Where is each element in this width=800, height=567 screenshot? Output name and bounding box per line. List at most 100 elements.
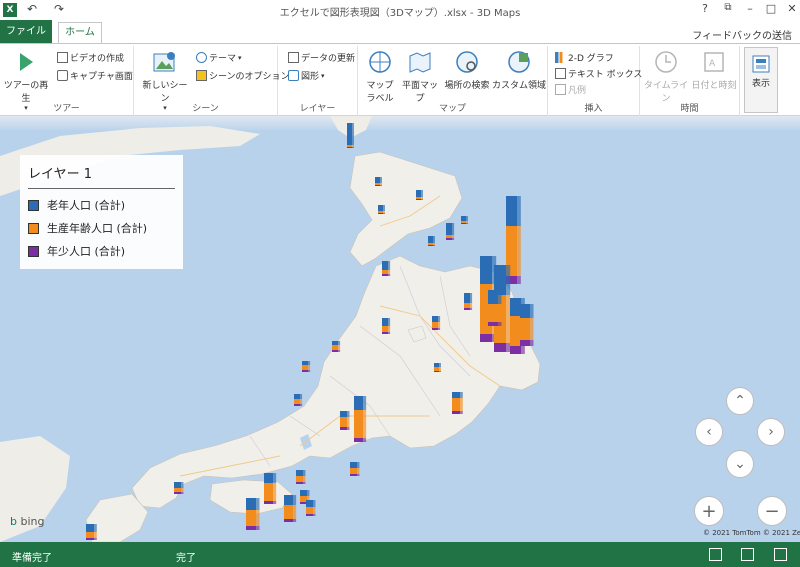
bar-segment-side	[388, 274, 391, 276]
bar-segment	[520, 304, 530, 318]
screenshot-icon[interactable]	[741, 548, 754, 561]
bar-segment	[86, 532, 94, 538]
legend-button[interactable]: 凡例	[555, 83, 586, 96]
bar-segment-side	[388, 261, 391, 270]
close-button[interactable]: ✕	[784, 2, 800, 15]
rotate-right-button[interactable]: ›	[757, 418, 785, 446]
bar-segment-side	[433, 245, 435, 246]
scene-options-button[interactable]: シーンのオプション	[196, 69, 290, 82]
flat-map-button[interactable]: 平面マップ	[398, 48, 442, 104]
maximize-button[interactable]: □	[763, 2, 779, 15]
chevron-up-icon: ⌃	[734, 393, 746, 409]
bar-segment	[246, 498, 256, 510]
timeline-button[interactable]: タイムライン	[643, 48, 689, 104]
custom-regions-button[interactable]: カスタム領域	[492, 48, 546, 91]
bar-segment-side	[357, 474, 360, 476]
horizon	[0, 116, 800, 130]
chevron-left-icon: ‹	[706, 424, 712, 440]
zoom-out-button[interactable]: −	[757, 496, 787, 526]
bar-segment	[347, 147, 352, 148]
flat-map-icon	[406, 48, 434, 76]
bar-segment-side	[383, 213, 385, 214]
bar-segment-side	[388, 318, 391, 326]
bar-segment-side	[303, 482, 306, 484]
tilt-up-button[interactable]: ⌃	[726, 387, 754, 415]
minimize-button[interactable]: –	[742, 2, 758, 15]
bar-segment-side	[293, 519, 297, 522]
textbox-button[interactable]: テキスト ボックス	[555, 67, 642, 80]
create-video-button[interactable]: ビデオの作成	[57, 51, 124, 64]
help-button[interactable]: ?	[697, 2, 713, 15]
bar-segment	[296, 476, 303, 482]
bar-segment	[375, 177, 380, 183]
find-location-button[interactable]: 場所の検索	[442, 48, 492, 91]
bing-logo-icon: b	[10, 515, 17, 528]
title-bar: X ↶ ↷ エクセルで図形表現図（3Dマップ）.xlsx - 3D Maps ?…	[0, 0, 800, 20]
restore-ribbon-icon[interactable]: ⧉	[720, 2, 736, 13]
bar-segment	[294, 394, 300, 399]
feedback-link[interactable]: フィードバックの送信	[692, 27, 792, 42]
bar-segment-side	[293, 495, 297, 505]
bar-segment-side	[300, 399, 303, 404]
group-time-label: 時間	[680, 104, 699, 114]
legend-button-label: 凡例	[568, 86, 587, 96]
bar-segment	[510, 298, 521, 316]
bar-segment-side	[498, 322, 502, 326]
bar-segment	[461, 221, 466, 223]
bing-logo: b bing	[10, 515, 44, 528]
scene-view-icon[interactable]	[709, 548, 722, 561]
refresh-icon	[288, 52, 299, 63]
date-time-button[interactable]: A 日付と時刻	[690, 48, 738, 91]
chart-2d-button[interactable]: 2-D グラフ	[555, 51, 614, 64]
show-label: 表示	[751, 79, 770, 89]
bar-segment	[332, 341, 338, 345]
bar-segment	[302, 370, 308, 372]
bar-segment-side	[181, 492, 184, 494]
bar-segment	[382, 326, 388, 332]
bar-segment-side	[380, 185, 382, 186]
bar-segment	[464, 303, 470, 308]
show-button[interactable]: 表示	[744, 47, 778, 113]
fullscreen-icon[interactable]	[774, 548, 787, 561]
bar-segment-side	[347, 427, 350, 430]
bar-segment-side	[388, 270, 391, 274]
bar-segment	[340, 417, 347, 427]
capture-screen-button[interactable]: キャプチャ画面	[57, 69, 133, 82]
group-time: タイムライン A 日付と時刻 時間	[640, 46, 740, 116]
rotate-left-button[interactable]: ‹	[695, 418, 723, 446]
bar-segment-side	[438, 316, 441, 322]
group-layer: データの更新 図形 ▾ レイヤー	[278, 46, 358, 116]
group-insert: 2-D グラフ テキスト ボックス 凡例 挿入	[548, 46, 642, 116]
bar-segment	[461, 216, 466, 221]
map-labels-button[interactable]: マップ ラベル	[362, 48, 398, 104]
bar-segment-side	[521, 346, 525, 354]
tilt-down-button[interactable]: ⌄	[726, 450, 754, 478]
shapes-button[interactable]: 図形 ▾	[288, 69, 325, 82]
bar-segment	[340, 411, 347, 417]
bar-segment	[354, 438, 363, 442]
layer-legend[interactable]: レイヤー 1 老年人口 (合計) 生産年齢人口 (合計) 年少人口 (合計)	[20, 155, 183, 269]
bar-segment	[296, 470, 303, 476]
bar-segment	[306, 514, 313, 516]
bar-segment	[296, 482, 303, 484]
bar-segment-side	[466, 221, 468, 223]
bar-segment	[174, 482, 181, 488]
shapes-icon	[288, 70, 299, 81]
bar-segment	[428, 245, 433, 246]
tab-home[interactable]: ホーム	[58, 22, 102, 44]
bar-segment-side	[94, 532, 97, 538]
bar-segment-side	[273, 473, 277, 483]
bar-segment-side	[466, 216, 468, 221]
tab-file[interactable]: ファイル	[0, 20, 52, 44]
create-video-label: ビデオの作成	[70, 54, 125, 64]
bar-segment	[382, 332, 388, 334]
bar-segment-side	[338, 350, 341, 352]
bar-segment-side	[357, 468, 360, 474]
refresh-data-button[interactable]: データの更新	[288, 51, 355, 64]
bar-segment-side	[433, 243, 435, 245]
bar-segment	[332, 350, 338, 352]
scene-options-icon	[196, 70, 207, 81]
zoom-in-button[interactable]: +	[694, 496, 724, 526]
theme-button[interactable]: テーマ ▾	[196, 51, 242, 64]
bar-segment-side	[530, 340, 534, 346]
